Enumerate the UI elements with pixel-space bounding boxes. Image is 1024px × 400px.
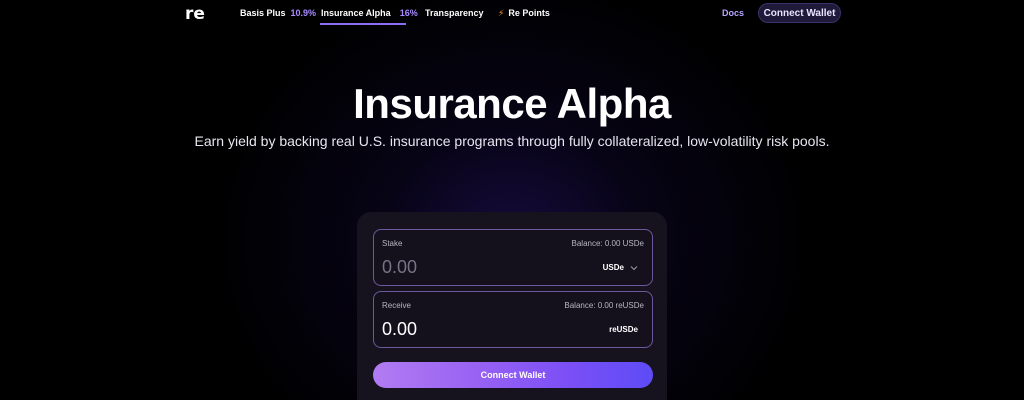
stake-field[interactable]: Stake Balance: 0.00 USDe 0.00 USDe xyxy=(373,229,653,286)
stake-balance: Balance: 0.00 USDe xyxy=(571,239,645,248)
nav-item-rate: 16% xyxy=(399,8,418,18)
receive-balance: Balance: 0.00 reUSDe xyxy=(564,301,644,310)
receive-amount: 0.00 xyxy=(382,319,418,339)
stake-card: Stake Balance: 0.00 USDe 0.00 USDe Recei… xyxy=(357,212,667,400)
nav-item-re-points[interactable]: ⚡ Re Points xyxy=(498,8,550,19)
stake-token-label: USDe xyxy=(602,263,624,272)
page: re Basis Plus 10.9% Insurance Alpha 16% Tr… xyxy=(0,0,1024,400)
receive-token: reUSDe xyxy=(609,325,638,334)
active-tab-indicator xyxy=(320,23,406,25)
stake-label: Stake xyxy=(382,239,403,248)
nav-item-basis-plus[interactable]: Basis Plus 10.9% xyxy=(240,8,316,18)
nav-item-label: Transparency xyxy=(425,8,484,18)
logo[interactable]: re xyxy=(185,4,205,24)
connect-wallet-main-button[interactable]: Connect Wallet xyxy=(373,362,653,388)
lightning-bolt-icon: ⚡ xyxy=(498,8,505,18)
nav-item-rate: 10.9% xyxy=(290,8,317,18)
stake-amount-input[interactable]: 0.00 xyxy=(382,257,417,278)
page-title: Insurance Alpha xyxy=(353,80,671,127)
nav-item-label: Insurance Alpha xyxy=(321,8,391,18)
nav-item-insurance-alpha[interactable]: Insurance Alpha 16% xyxy=(321,8,418,18)
nav-item-label: Basis Plus xyxy=(240,8,286,18)
top-nav: re Basis Plus 10.9% Insurance Alpha 16% Tr… xyxy=(0,0,1024,28)
receive-token-label: reUSDe xyxy=(609,325,638,334)
receive-label: Receive xyxy=(382,301,411,310)
nav-item-transparency[interactable]: Transparency xyxy=(425,8,484,18)
receive-field: Receive Balance: 0.00 reUSDe 0.00 reUSDe xyxy=(373,291,653,348)
nav-item-label: Re Points xyxy=(508,8,550,18)
chevron-down-icon xyxy=(630,265,638,270)
page-subtitle: Earn yield by backing real U.S. insuranc… xyxy=(194,133,830,149)
stake-token-select[interactable]: USDe xyxy=(603,263,638,272)
docs-link[interactable]: Docs xyxy=(722,8,744,18)
connect-wallet-button[interactable]: Connect Wallet xyxy=(758,3,841,23)
